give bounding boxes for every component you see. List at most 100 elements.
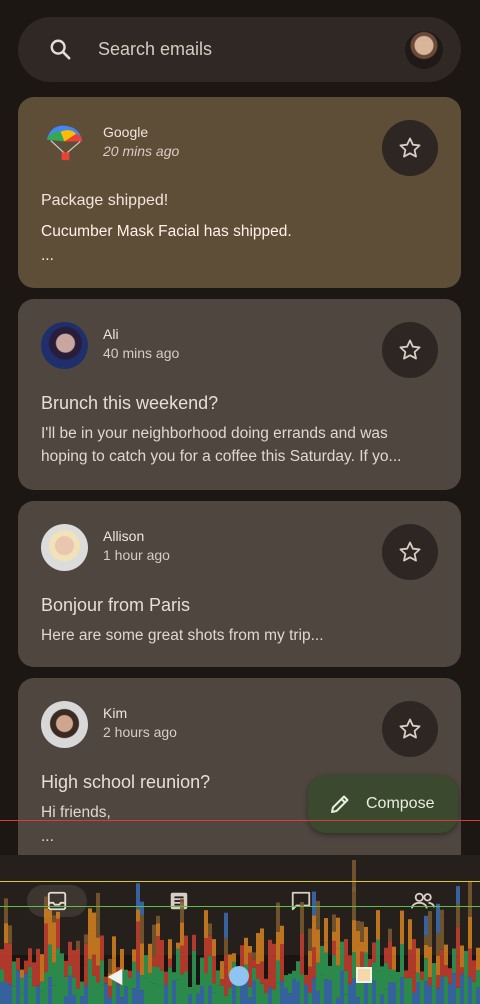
profiling-bar-segment <box>280 925 284 945</box>
profiling-bar-segment <box>36 948 40 968</box>
profiling-bar-segment <box>208 935 212 956</box>
profiling-bar-segment <box>408 961 412 978</box>
profiling-bar-segment <box>268 939 272 973</box>
profiling-bar-segment <box>224 967 228 996</box>
profiling-bar-segment <box>308 992 312 1004</box>
search-bar[interactable]: Search emails <box>18 17 461 82</box>
star-button[interactable] <box>382 701 438 757</box>
profiling-bar-segment <box>24 973 28 1004</box>
email-preview-more: ... <box>41 247 54 264</box>
profiling-bar-segment <box>316 962 320 991</box>
account-avatar[interactable] <box>405 31 443 69</box>
profiling-bar-segment <box>396 972 400 991</box>
profiling-bar-segment <box>152 924 156 957</box>
profiling-bar-segment <box>400 944 404 978</box>
profiling-bar-segment <box>436 974 440 989</box>
profiling-bar-segment <box>248 997 252 1004</box>
profiling-bar-segment <box>140 975 144 991</box>
profiling-bar-segment <box>224 995 228 1004</box>
star-button[interactable] <box>382 524 438 580</box>
profiling-bar-segment <box>140 943 144 976</box>
profiling-bar-segment <box>156 967 160 986</box>
star-button[interactable] <box>382 322 438 378</box>
profiling-bar-segment <box>136 921 140 939</box>
email-card[interactable]: Allison 1 hour ago Bonjour from Paris He… <box>18 501 461 667</box>
compose-button[interactable]: Compose <box>308 775 458 833</box>
profiling-bar-segment <box>148 972 152 983</box>
profiling-bar-segment <box>180 922 184 946</box>
profiling-bar-segment <box>72 994 76 1004</box>
profiling-bar-segment <box>156 923 160 937</box>
profiling-bar-segment <box>272 943 276 956</box>
profiling-line-green <box>0 906 480 907</box>
profiling-bar-segment <box>92 975 96 1004</box>
profiling-bar-segment <box>432 986 436 1004</box>
profiling-bar-segment <box>464 976 468 1004</box>
profiling-bar-segment <box>300 957 304 975</box>
profiling-bar-segment <box>76 988 80 1004</box>
profiling-bar-segment <box>12 986 16 1004</box>
profiling-bar-segment <box>220 985 224 1004</box>
profiling-bar-segment <box>96 919 100 938</box>
star-button[interactable] <box>382 120 438 176</box>
profiling-bar-segment <box>180 898 184 923</box>
profiling-bar-segment <box>316 990 320 1004</box>
search-input[interactable]: Search emails <box>98 39 212 60</box>
profiling-bar-segment <box>292 978 296 1004</box>
profiling-bar-segment <box>92 954 96 976</box>
profiling-line <box>0 820 480 821</box>
profiling-bar-segment <box>328 980 332 1004</box>
sender-avatar <box>41 701 88 748</box>
back-icon[interactable] <box>104 966 126 988</box>
profiling-bar-segment <box>8 925 12 944</box>
profiling-bar-segment <box>468 881 472 909</box>
profiling-line-yellow <box>0 881 480 882</box>
profiling-bar-segment <box>132 949 136 962</box>
profiling-bar-segment <box>224 954 228 968</box>
profiling-bar-segment <box>412 972 416 993</box>
star-icon <box>399 339 421 360</box>
profiling-bar-segment <box>32 962 36 987</box>
sender-name: Kim <box>103 705 128 721</box>
profiling-bar-segment <box>424 935 428 945</box>
profiling-bar-segment <box>332 914 336 932</box>
profiling-bar-segment <box>264 978 268 994</box>
profiling-bar-segment <box>84 985 88 1004</box>
profiling-bar-segment <box>300 933 304 958</box>
profiling-bar-segment <box>456 987 460 1004</box>
profiling-bar-segment <box>328 965 332 981</box>
profiling-bar-segment <box>340 970 344 1004</box>
profiling-bar-segment <box>424 915 428 936</box>
profiling-bar-segment <box>388 928 392 942</box>
profiling-bar-segment <box>332 955 336 983</box>
profiling-bar-segment <box>156 936 160 968</box>
profiling-bar-segment <box>404 970 408 979</box>
profiling-bar-segment <box>208 955 212 986</box>
profiling-bar-segment <box>156 915 160 924</box>
profiling-bar-segment <box>440 976 444 1004</box>
profiling-bar-segment <box>364 982 368 1004</box>
home-icon[interactable] <box>229 966 249 986</box>
profiling-bar-segment <box>428 911 432 930</box>
email-card[interactable]: Ali 40 mins ago Brunch this weekend? I'l… <box>18 299 461 490</box>
profiling-bar-segment <box>64 996 68 1004</box>
profiling-bar-segment <box>296 981 300 1004</box>
profiling-bar-segment <box>260 961 264 984</box>
recents-icon[interactable] <box>356 967 372 983</box>
profiling-bar-segment <box>256 978 260 1004</box>
profiling-bar-segment <box>256 964 260 979</box>
profiling-bar-segment <box>164 984 168 1004</box>
profiling-bar-segment <box>92 930 96 955</box>
profiling-bar-segment <box>44 945 48 973</box>
profiling-bar-segment <box>96 937 100 966</box>
profiling-bar-segment <box>452 948 456 974</box>
profiling-bar-segment <box>236 997 240 1004</box>
profiling-bar-segment <box>304 984 308 1004</box>
profiling-bar-segment <box>424 958 428 982</box>
profiling-bar-segment <box>244 937 248 965</box>
email-card[interactable]: Google 20 mins ago Package shipped! Cucu… <box>18 97 461 288</box>
profiling-bar-segment <box>296 961 300 982</box>
profiling-bar-segment <box>180 974 184 1004</box>
profiling-bar-segment <box>44 923 48 946</box>
profiling-bar-segment <box>212 983 216 993</box>
